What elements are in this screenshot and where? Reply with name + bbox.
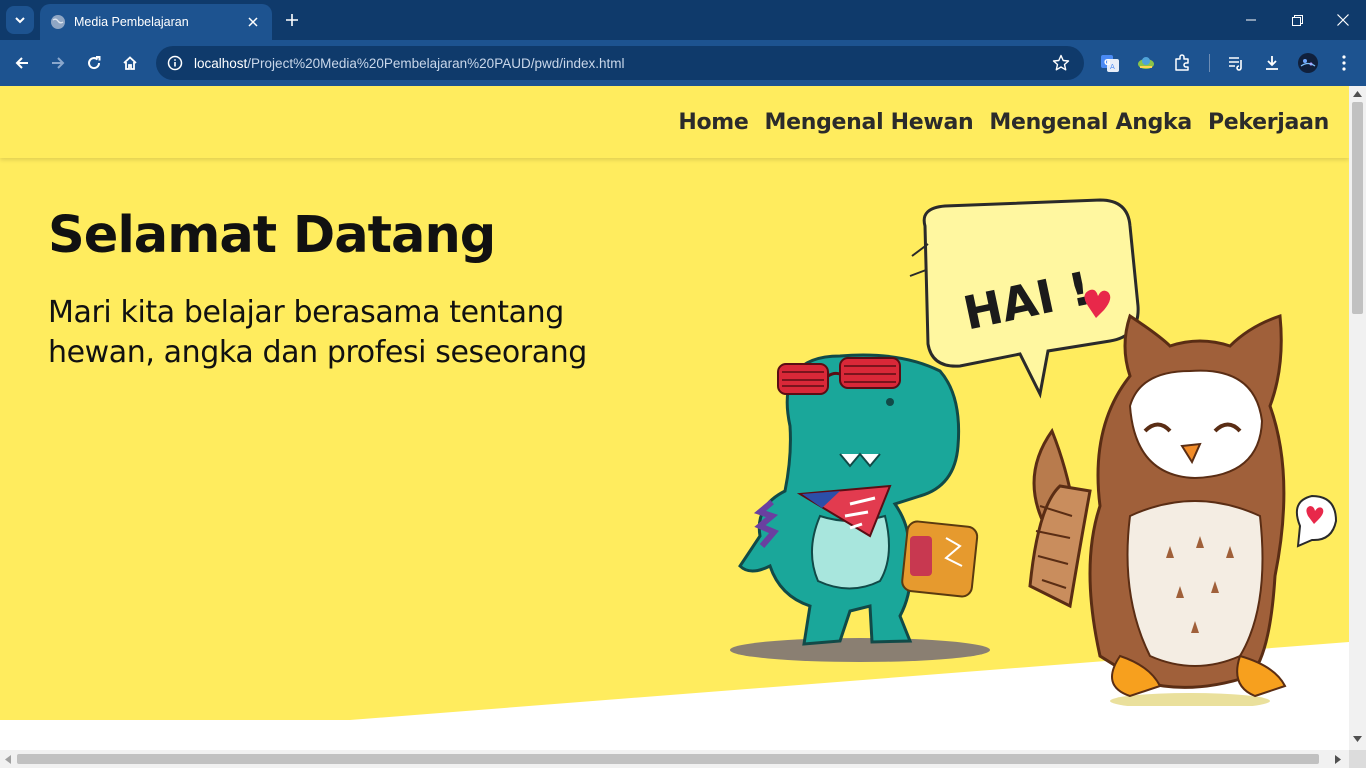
scroll-up-icon[interactable] (1353, 91, 1362, 97)
toolbar-divider (1209, 54, 1210, 72)
reading-list-icon[interactable] (1224, 51, 1248, 75)
browser-toolbar: localhost/Project%20Media%20Pembelajaran… (0, 40, 1366, 86)
page-viewport: Home Mengenal Hewan Mengenal Angka Peker… (0, 86, 1349, 750)
star-icon[interactable] (1052, 54, 1070, 72)
url-path: /Project%20Media%20Pembelajaran%20PAUD/p… (247, 55, 625, 71)
minimize-icon[interactable] (1228, 0, 1274, 40)
menu-icon[interactable] (1332, 51, 1356, 75)
puzzle-icon[interactable] (1170, 51, 1194, 75)
reload-icon[interactable] (78, 47, 110, 79)
dinosaur-character (730, 353, 990, 662)
horizontal-scroll-thumb[interactable] (17, 754, 1319, 764)
nav-link-pekerjaan[interactable]: Pekerjaan (1208, 110, 1329, 135)
hero-subtitle-line-1: Mari kita belajar berasama tentang (48, 295, 564, 330)
horizontal-scrollbar[interactable] (0, 750, 1349, 768)
nav-link-home[interactable]: Home (678, 110, 748, 135)
info-icon[interactable] (166, 54, 184, 72)
scroll-down-icon[interactable] (1353, 736, 1362, 742)
owl-character (1028, 313, 1338, 706)
nav-link-mengenal-angka[interactable]: Mengenal Angka (989, 110, 1192, 135)
browser-titlebar: Media Pembelajaran (0, 0, 1366, 40)
vertical-scrollbar[interactable] (1349, 86, 1366, 750)
close-icon[interactable] (244, 13, 262, 31)
nav-link-mengenal-hewan[interactable]: Mengenal Hewan (765, 110, 974, 135)
globe-icon (51, 15, 65, 29)
hero-subtitle: Mari kita belajar berasama tentang hewan… (48, 293, 648, 373)
window-close-icon[interactable] (1320, 0, 1366, 40)
svg-text:A: A (1110, 63, 1115, 71)
scroll-right-icon[interactable] (1335, 755, 1341, 764)
extension-icon[interactable] (1134, 51, 1158, 75)
hero-subtitle-line-2: hewan, angka dan profesi seseorang (48, 335, 587, 370)
download-icon[interactable] (1260, 51, 1284, 75)
url-text: localhost/Project%20Media%20Pembelajaran… (194, 56, 625, 71)
url-host: localhost (194, 55, 248, 71)
translate-icon[interactable]: GA (1098, 51, 1122, 75)
home-icon[interactable] (114, 47, 146, 79)
back-icon[interactable] (6, 47, 38, 79)
plus-icon[interactable] (280, 8, 304, 32)
hero-title: Selamat Datang (48, 206, 496, 265)
browser-tab[interactable]: Media Pembelajaran (40, 4, 272, 40)
vertical-scroll-thumb[interactable] (1352, 102, 1363, 314)
scroll-left-icon[interactable] (5, 755, 11, 764)
restore-icon[interactable] (1274, 0, 1320, 40)
address-bar[interactable]: localhost/Project%20Media%20Pembelajaran… (156, 46, 1084, 80)
forward-icon[interactable] (42, 47, 74, 79)
scrollbar-corner (1349, 750, 1366, 768)
tab-search-icon[interactable] (6, 6, 34, 34)
hero-illustration: HAI ! (730, 198, 1338, 706)
tab-title: Media Pembelajaran (74, 15, 189, 29)
navbar: Home Mengenal Hewan Mengenal Angka Peker… (0, 86, 1349, 158)
profile-icon[interactable] (1296, 51, 1320, 75)
speech-bubble: HAI ! (909, 198, 1140, 399)
